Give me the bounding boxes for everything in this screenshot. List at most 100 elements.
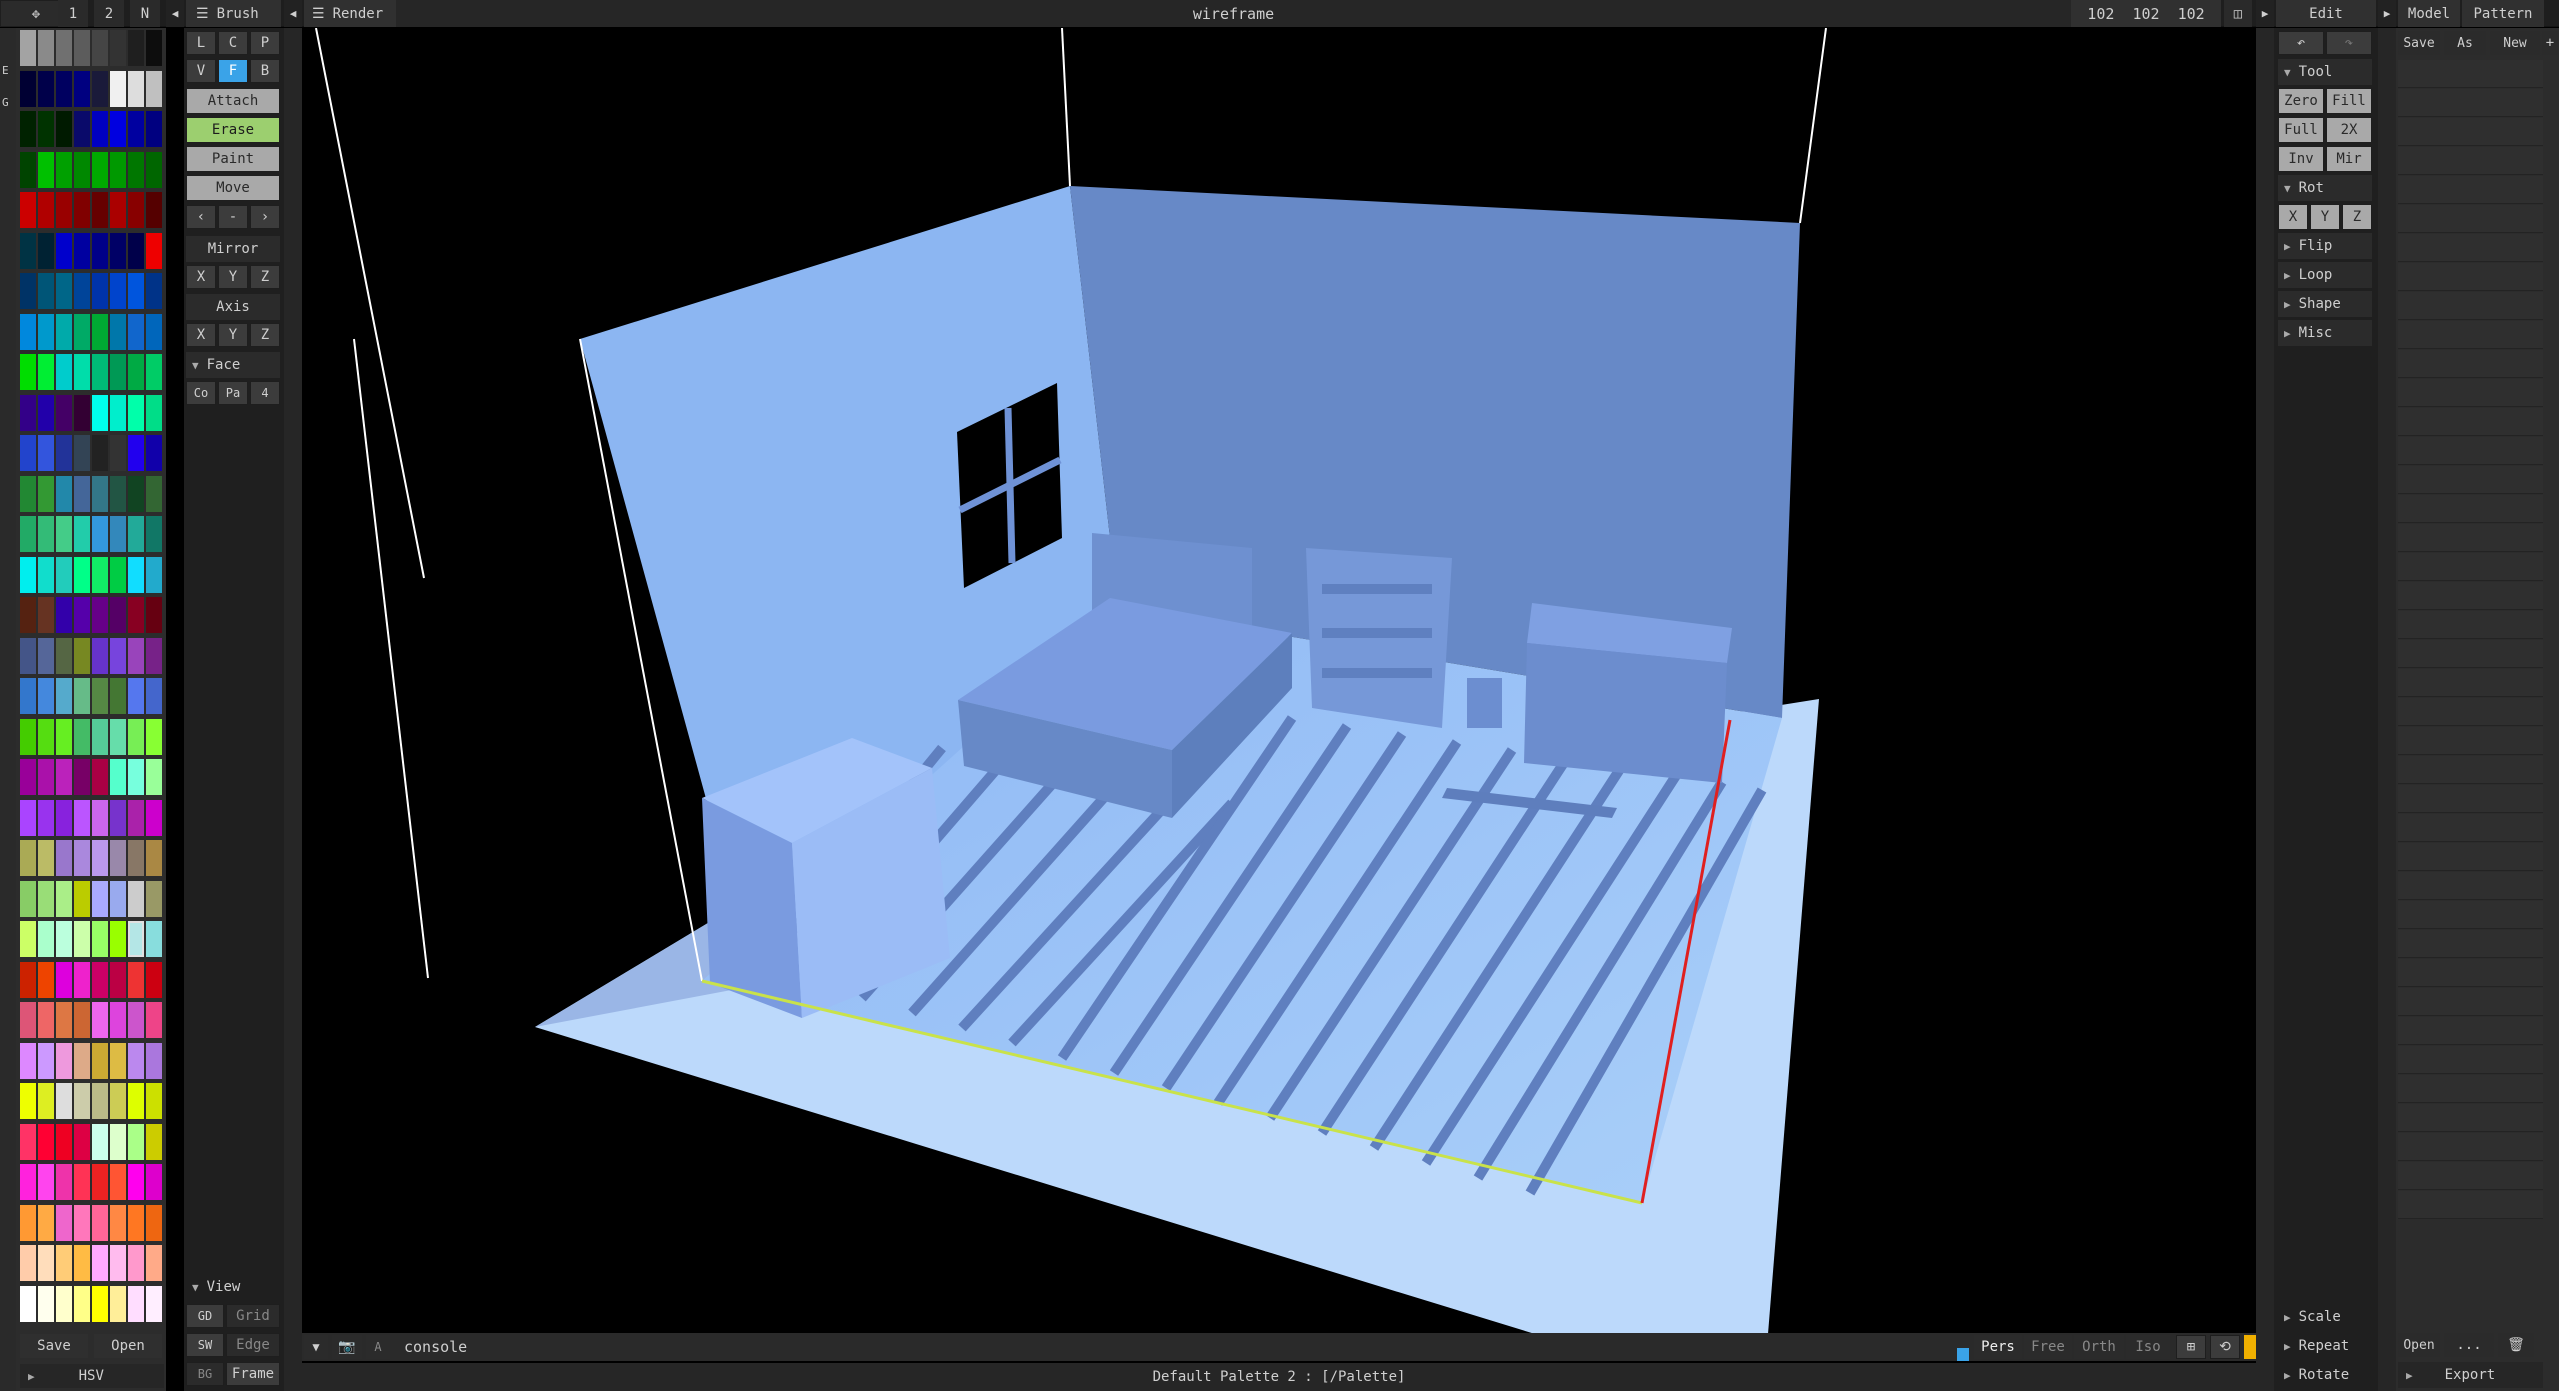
- palette-swatch[interactable]: [110, 759, 126, 795]
- palette-swatch[interactable]: [20, 678, 36, 714]
- palette-swatch[interactable]: [128, 1083, 144, 1119]
- palette-swatch[interactable]: [38, 1245, 54, 1281]
- rot-z[interactable]: Z: [2342, 204, 2372, 230]
- brush-l[interactable]: L: [186, 31, 216, 55]
- undo-icon[interactable]: ↶: [2278, 31, 2324, 55]
- palette-swatch[interactable]: [20, 1204, 36, 1241]
- model-slot[interactable]: [2398, 756, 2543, 784]
- palette-swatch[interactable]: [146, 678, 162, 714]
- palette-swatch[interactable]: [128, 30, 144, 66]
- palette-swatch[interactable]: [110, 880, 126, 917]
- palette-swatch[interactable]: [110, 1123, 126, 1160]
- palette-swatch[interactable]: [146, 556, 162, 593]
- palette-swatch[interactable]: [92, 273, 108, 309]
- model-new-button[interactable]: New: [2490, 31, 2540, 55]
- palette-swatch[interactable]: [146, 435, 162, 471]
- hsv-toggle[interactable]: ▶ HSV: [20, 1364, 164, 1388]
- palette-swatch[interactable]: [92, 718, 108, 755]
- palette-swatch[interactable]: [92, 1245, 108, 1281]
- palette-swatch[interactable]: [20, 516, 36, 552]
- palette-swatch[interactable]: [92, 1042, 108, 1079]
- misc-toggle[interactable]: ▶ Misc: [2278, 320, 2372, 346]
- palette-swatch[interactable]: [110, 475, 126, 512]
- palette-swatch[interactable]: [128, 678, 144, 714]
- palette-swatch[interactable]: [74, 1204, 90, 1241]
- palette-swatch[interactable]: [128, 921, 144, 957]
- palette-swatch[interactable]: [20, 556, 36, 593]
- frame-button[interactable]: Frame: [226, 1362, 280, 1386]
- palette-swatch[interactable]: [92, 880, 108, 917]
- model-slot[interactable]: [2398, 611, 2543, 639]
- fill-button[interactable]: Fill: [2326, 88, 2372, 114]
- tab-2[interactable]: 2: [94, 0, 124, 27]
- mirror-z[interactable]: Z: [250, 265, 280, 289]
- dropdown-icon[interactable]: ▼: [304, 1335, 328, 1359]
- model-slot[interactable]: [2398, 1133, 2543, 1161]
- palette-swatch[interactable]: [92, 921, 108, 957]
- palette-swatch[interactable]: [56, 273, 72, 309]
- palette-swatch[interactable]: [38, 273, 54, 309]
- model-open-button[interactable]: Open: [2398, 1333, 2440, 1357]
- palette-swatch[interactable]: [92, 475, 108, 512]
- palette-swatch[interactable]: [74, 1042, 90, 1079]
- palette-swatch[interactable]: [146, 718, 162, 755]
- model-slot[interactable]: [2398, 350, 2543, 378]
- palette-swatch[interactable]: [146, 759, 162, 795]
- palette-swatch[interactable]: [20, 759, 36, 795]
- palette-swatch[interactable]: [56, 1002, 72, 1038]
- palette-swatch[interactable]: [128, 880, 144, 917]
- palette-swatch[interactable]: [20, 961, 36, 998]
- palette-swatch[interactable]: [146, 1245, 162, 1281]
- palette-swatch[interactable]: [20, 151, 36, 188]
- cam-iso[interactable]: Iso: [2126, 1335, 2170, 1359]
- palette-swatch[interactable]: [146, 1204, 162, 1241]
- palette-swatch[interactable]: [92, 192, 108, 228]
- palette-swatch[interactable]: [110, 597, 126, 633]
- palette-swatch[interactable]: [74, 678, 90, 714]
- palette-swatch[interactable]: [92, 1285, 108, 1322]
- palette-swatch[interactable]: [110, 556, 126, 593]
- mirror-x[interactable]: X: [186, 265, 216, 289]
- palette-swatch[interactable]: [146, 70, 162, 107]
- edge-button[interactable]: Edge: [226, 1333, 280, 1357]
- palette-swatch[interactable]: [128, 151, 144, 188]
- brush-p[interactable]: P: [250, 31, 280, 55]
- cam-free[interactable]: Free: [2024, 1335, 2072, 1359]
- model-slot[interactable]: [2398, 553, 2543, 581]
- palette-swatch[interactable]: [146, 354, 162, 390]
- palette-swatch[interactable]: [146, 1002, 162, 1038]
- model-slot[interactable]: [2398, 60, 2543, 88]
- palette-swatch[interactable]: [92, 1123, 108, 1160]
- palette-swatch[interactable]: [128, 556, 144, 593]
- model-slot[interactable]: [2398, 524, 2543, 552]
- model-add-button[interactable]: +: [2542, 31, 2558, 55]
- palette-swatch[interactable]: [92, 70, 108, 107]
- palette-swatch[interactable]: [74, 1245, 90, 1281]
- palette-swatch[interactable]: [56, 30, 72, 66]
- palette-swatch[interactable]: [38, 475, 54, 512]
- palette-swatch[interactable]: [56, 1245, 72, 1281]
- palette-swatch[interactable]: [146, 961, 162, 998]
- palette-swatch[interactable]: [20, 799, 36, 836]
- palette-swatch[interactable]: [20, 637, 36, 674]
- reset-view-icon[interactable]: ⟲: [2210, 1335, 2240, 1359]
- erase-button[interactable]: Erase: [186, 117, 280, 143]
- palette-swatch[interactable]: [38, 516, 54, 552]
- palette-swatch[interactable]: [146, 1164, 162, 1200]
- model-slot[interactable]: [2398, 843, 2543, 871]
- palette-swatch[interactable]: [38, 30, 54, 66]
- palette-swatch[interactable]: [56, 1204, 72, 1241]
- rot-x[interactable]: X: [2278, 204, 2308, 230]
- tab-1[interactable]: 1: [58, 0, 88, 27]
- panel-divider[interactable]: [284, 28, 302, 1391]
- palette-swatch[interactable]: [74, 880, 90, 917]
- palette-swatch[interactable]: [146, 394, 162, 431]
- palette-swatch[interactable]: [146, 880, 162, 917]
- model-slot[interactable]: [2398, 1191, 2543, 1219]
- palette-swatch[interactable]: [38, 961, 54, 998]
- model-slot[interactable]: [2398, 147, 2543, 175]
- rotate-toggle[interactable]: ▶ Rotate: [2278, 1362, 2372, 1388]
- camera-icon[interactable]: 📷: [332, 1335, 362, 1359]
- palette-swatch[interactable]: [74, 30, 90, 66]
- model-slot[interactable]: [2398, 176, 2543, 204]
